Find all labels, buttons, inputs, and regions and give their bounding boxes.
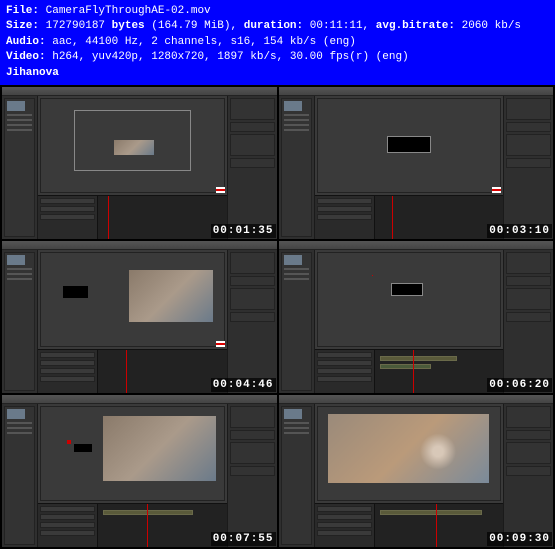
effects-panel [503, 404, 553, 547]
effects-panel [227, 404, 277, 547]
file-info-panel: File: CameraFlyThroughAE-02.mov Size: 17… [0, 0, 555, 85]
composition-viewport [40, 98, 225, 193]
timeline-panel [38, 503, 227, 547]
effects-panel [227, 250, 277, 393]
project-panel [2, 250, 38, 393]
flag-icon [216, 341, 225, 347]
bitrate-label: avg.bitrate: [376, 20, 455, 32]
composition-viewport [317, 252, 502, 347]
window-titlebar [279, 395, 554, 404]
size-mib: (164.79 MiB), [151, 20, 237, 32]
timeline-panel [315, 503, 504, 547]
duration-value: 00:11:11, [310, 20, 369, 32]
window-titlebar [2, 395, 277, 404]
timeline-panel [315, 195, 504, 239]
timeline-panel [38, 195, 227, 239]
author-value: Jihanova [6, 67, 59, 79]
window-titlebar [279, 87, 554, 96]
file-label: File: [6, 5, 39, 17]
size-bytes: 172790187 [46, 20, 105, 32]
effects-panel [503, 250, 553, 393]
timestamp: 00:04:46 [211, 378, 276, 392]
composition-viewport [40, 406, 225, 501]
window-titlebar [2, 87, 277, 96]
video-value: h264, yuv420p, 1280x720, 1897 kb/s, 30.0… [52, 51, 408, 63]
composition-viewport [317, 98, 502, 193]
size-label: Size: [6, 20, 39, 32]
timestamp: 00:09:30 [487, 532, 552, 546]
audio-value: aac, 44100 Hz, 2 channels, s16, 154 kb/s… [52, 36, 356, 48]
thumbnail: 00:03:10 [279, 87, 554, 239]
composition-viewport [317, 406, 502, 501]
thumbnail: 00:07:55 [2, 395, 277, 547]
project-panel [279, 96, 315, 239]
effects-panel [227, 96, 277, 239]
project-panel [279, 404, 315, 547]
project-panel [2, 96, 38, 239]
window-titlebar [279, 241, 554, 250]
thumbnail: 00:09:30 [279, 395, 554, 547]
timestamp: 00:06:20 [487, 378, 552, 392]
file-value: CameraFlyThroughAE-02.mov [46, 5, 211, 17]
project-panel [2, 404, 38, 547]
timestamp: 00:01:35 [211, 224, 276, 238]
bytes-label: bytes [112, 20, 145, 32]
thumbnail: 00:06:20 [279, 241, 554, 393]
thumbnail-grid: 00:01:35 00:03:10 [0, 85, 555, 549]
flag-icon [492, 187, 501, 193]
thumbnail: 00:04:46 [2, 241, 277, 393]
project-panel [279, 250, 315, 393]
timeline-panel [315, 349, 504, 393]
duration-label: duration: [244, 20, 303, 32]
window-titlebar [2, 241, 277, 250]
timestamp: 00:03:10 [487, 224, 552, 238]
composition-viewport [40, 252, 225, 347]
video-label: Video: [6, 51, 46, 63]
effects-panel [503, 96, 553, 239]
bitrate-value: 2060 kb/s [462, 20, 521, 32]
audio-label: Audio: [6, 36, 46, 48]
flag-icon [216, 187, 225, 193]
thumbnail: 00:01:35 [2, 87, 277, 239]
timeline-panel [38, 349, 227, 393]
timestamp: 00:07:55 [211, 532, 276, 546]
